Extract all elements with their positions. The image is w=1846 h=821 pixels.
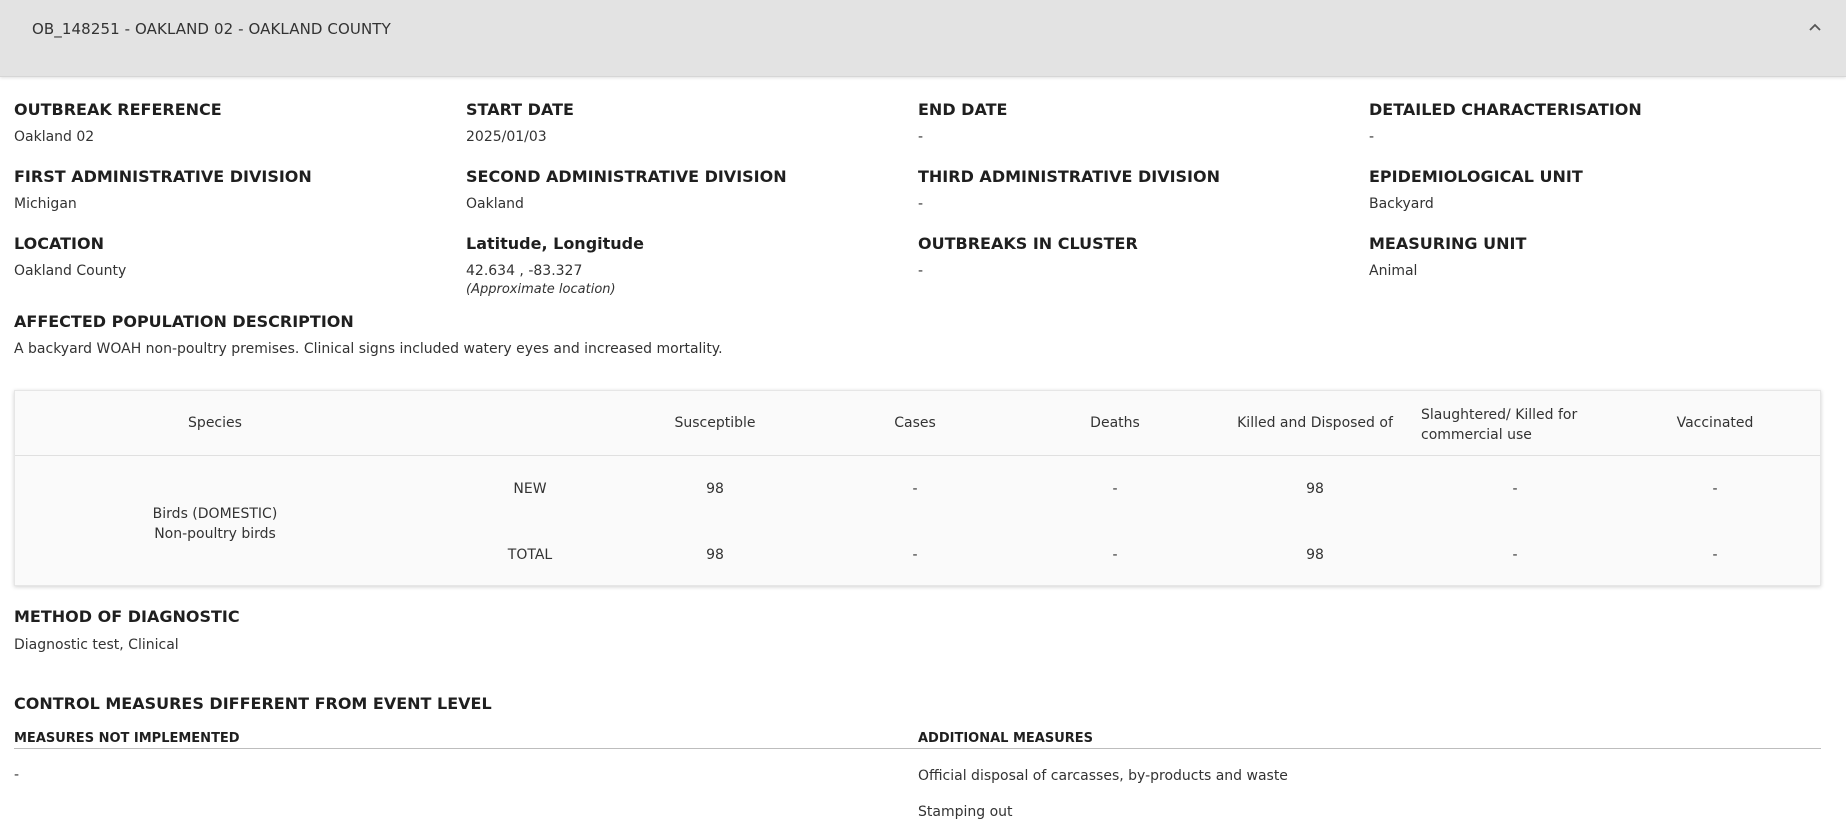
field-end-date: END DATE -: [918, 100, 1358, 145]
field-third-admin-division: THIRD ADMINISTRATIVE DIVISION -: [918, 167, 1358, 212]
cell-susceptible: 98: [706, 547, 724, 563]
cell-slaughtered: -: [1512, 481, 1518, 497]
measures-not-implemented-header: MEASURES NOT IMPLEMENTED: [14, 731, 918, 749]
col-susceptible: Susceptible: [674, 415, 756, 431]
chevron-up-icon[interactable]: [1805, 18, 1825, 38]
approximate-location-note: (Approximate location): [466, 282, 616, 297]
cell-deaths: -: [1112, 481, 1118, 497]
additional-measure-item: Official disposal of carcasses, by-produ…: [918, 768, 1288, 784]
end-date-label: END DATE: [918, 100, 1008, 119]
row-type: NEW: [513, 481, 547, 497]
diagnostic-label: METHOD OF DIAGNOSTIC: [14, 607, 240, 626]
col-cases: Cases: [894, 415, 936, 431]
cell-susceptible: 98: [706, 481, 724, 497]
location-value: Oakland County: [14, 263, 127, 279]
start-date-label: START DATE: [466, 100, 574, 119]
additional-measures-header: ADDITIONAL MEASURES: [918, 731, 1821, 749]
outbreak-panel-header[interactable]: OB_148251 - OAKLAND 02 - OAKLAND COUNTY: [0, 0, 1846, 77]
measuring-unit-label: MEASURING UNIT: [1369, 234, 1527, 253]
lat-long-label: Latitude, Longitude: [466, 234, 644, 253]
field-affected-population: AFFECTED POPULATION DESCRIPTION A backya…: [14, 312, 1214, 357]
species-subtype: Non-poultry birds: [154, 526, 276, 542]
col-vaccinated: Vaccinated: [1676, 415, 1754, 431]
col-species: Species: [188, 415, 242, 431]
additional-measure-item: Stamping out: [918, 804, 1013, 820]
control-measures-title: CONTROL MEASURES DIFFERENT FROM EVENT LE…: [14, 694, 492, 713]
cell-vaccinated: -: [1712, 481, 1718, 497]
field-second-admin-division: SECOND ADMINISTRATIVE DIVISION Oakland: [466, 167, 906, 212]
cell-vaccinated: -: [1712, 547, 1718, 563]
second-admin-division-label: SECOND ADMINISTRATIVE DIVISION: [466, 167, 787, 186]
field-lat-long: Latitude, Longitude 42.634 , -83.327 (Ap…: [466, 234, 906, 297]
field-detailed-characterisation: DETAILED CHARACTERISATION -: [1369, 100, 1809, 145]
location-label: LOCATION: [14, 234, 104, 253]
start-date-value: 2025/01/03: [466, 129, 547, 145]
diagnostic-value: Diagnostic test, Clinical: [14, 637, 179, 653]
col-killed: Killed and Disposed of: [1237, 415, 1393, 431]
field-location: LOCATION Oakland County: [14, 234, 454, 279]
col-deaths: Deaths: [1090, 415, 1140, 431]
cell-cases: -: [912, 481, 918, 497]
table-header-row: Species Susceptible Cases Deaths Killed …: [15, 391, 1820, 456]
cell-slaughtered: -: [1512, 547, 1518, 563]
outbreaks-in-cluster-value: -: [918, 263, 924, 279]
detailed-characterisation-label: DETAILED CHARACTERISATION: [1369, 100, 1642, 119]
epidemiological-unit-label: EPIDEMIOLOGICAL UNIT: [1369, 167, 1583, 186]
col-slaughtered: Slaughtered/ Killed for commercial use: [1421, 407, 1578, 443]
field-first-admin-division: FIRST ADMINISTRATIVE DIVISION Michigan: [14, 167, 454, 212]
lat-long-value: 42.634 , -83.327: [466, 263, 583, 279]
cell-killed: 98: [1306, 481, 1324, 497]
species-table: Species Susceptible Cases Deaths Killed …: [14, 390, 1821, 586]
row-type: TOTAL: [507, 547, 553, 563]
measuring-unit-value: Animal: [1369, 263, 1418, 279]
field-outbreaks-in-cluster: OUTBREAKS IN CLUSTER -: [918, 234, 1358, 279]
field-outbreak-reference: OUTBREAK REFERENCE Oakland 02: [14, 100, 454, 145]
measures-not-implemented-value: -: [14, 767, 20, 783]
outbreaks-in-cluster-label: OUTBREAKS IN CLUSTER: [918, 234, 1138, 253]
cell-deaths: -: [1112, 547, 1118, 563]
third-admin-division-label: THIRD ADMINISTRATIVE DIVISION: [918, 167, 1220, 186]
third-admin-division-value: -: [918, 196, 924, 212]
field-measuring-unit: MEASURING UNIT Animal: [1369, 234, 1809, 279]
field-epidemiological-unit: EPIDEMIOLOGICAL UNIT Backyard: [1369, 167, 1809, 212]
end-date-value: -: [918, 129, 924, 145]
field-start-date: START DATE 2025/01/03: [466, 100, 906, 145]
epidemiological-unit-value: Backyard: [1369, 196, 1434, 212]
species-name: Birds (DOMESTIC): [152, 506, 278, 522]
first-admin-division-value: Michigan: [14, 196, 77, 212]
cell-cases: -: [912, 547, 918, 563]
first-admin-division-label: FIRST ADMINISTRATIVE DIVISION: [14, 167, 312, 186]
outbreak-title: OB_148251 - OAKLAND 02 - OAKLAND COUNTY: [32, 20, 391, 38]
affected-population-label: AFFECTED POPULATION DESCRIPTION: [14, 312, 354, 331]
second-admin-division-value: Oakland: [466, 196, 524, 212]
cell-killed: 98: [1306, 547, 1324, 563]
detailed-characterisation-value: -: [1369, 129, 1375, 145]
outbreak-reference-label: OUTBREAK REFERENCE: [14, 100, 222, 119]
outbreak-reference-value: Oakland 02: [14, 129, 95, 145]
affected-population-value: A backyard WOAH non-poultry premises. Cl…: [14, 341, 723, 357]
species-cell: Birds (DOMESTIC) Non-poultry birds: [15, 504, 415, 544]
